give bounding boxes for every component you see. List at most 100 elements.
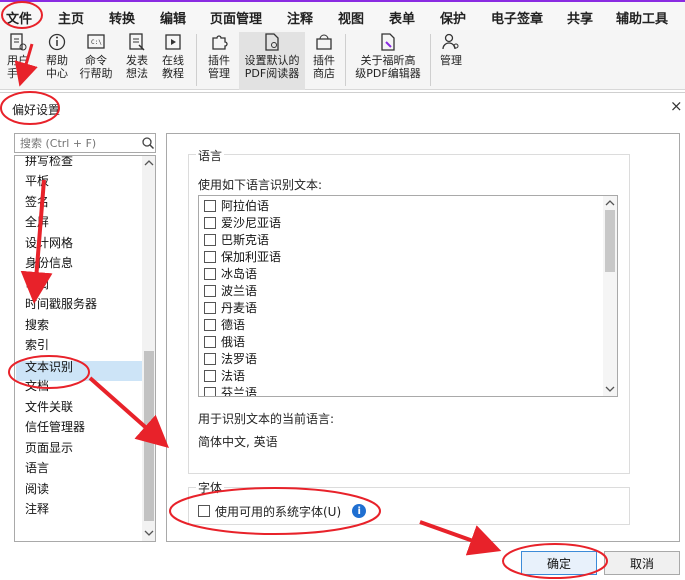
checkbox[interactable] <box>204 352 216 365</box>
language-option[interactable]: 法罗语 <box>204 350 257 367</box>
search-input[interactable] <box>15 134 133 152</box>
help-center-label-2: 中心 <box>46 67 68 80</box>
category-item[interactable]: 全屏 <box>25 213 49 230</box>
checkbox[interactable] <box>204 233 216 246</box>
category-item[interactable]: 审阅 <box>25 275 49 292</box>
language-option[interactable]: 德语 <box>204 316 245 333</box>
language-scrollbar-thumb[interactable] <box>605 210 615 272</box>
language-group-title: 语言 <box>196 147 225 164</box>
menu-comment[interactable]: 注释 <box>287 8 313 27</box>
category-item[interactable]: 搜索 <box>25 316 49 333</box>
category-item[interactable]: 页面显示 <box>25 439 73 456</box>
language-option[interactable]: 阿拉伯语 <box>204 197 269 214</box>
language-option[interactable]: 俄语 <box>204 333 245 350</box>
plugin-manage-button[interactable]: 插件 管理 <box>204 32 234 90</box>
ribbon-toolbar: 用户 手册 帮助 中心 C:\ 命令 行帮助 发表 想法 在线 教程 插件 管理… <box>0 30 685 90</box>
menu-accessibility[interactable]: 辅助工具 <box>616 8 668 27</box>
menu-file[interactable]: 文件 <box>6 8 32 27</box>
scroll-down-icon[interactable] <box>604 385 616 393</box>
help-center-icon <box>48 33 66 51</box>
default-reader-button[interactable]: 设置默认的 PDF阅读器 <box>239 32 305 90</box>
system-font-label: 使用可用的系统字体(U) <box>215 504 342 519</box>
language-prompt: 使用如下语言识别文本: <box>198 178 323 192</box>
language-option[interactable]: 芬兰语 <box>204 384 258 397</box>
scroll-down-icon[interactable] <box>143 529 155 537</box>
manage-icon <box>442 33 459 50</box>
menu-page-manage[interactable]: 页面管理 <box>210 8 262 27</box>
menu-view[interactable]: 视图 <box>338 8 364 27</box>
language-label: 保加利亚语 <box>221 250 282 264</box>
menu-share[interactable]: 共享 <box>567 8 593 27</box>
feedback-icon <box>129 33 145 51</box>
plugin-manage-icon <box>212 35 228 50</box>
plugin-store-button[interactable]: 插件 商店 <box>309 32 339 90</box>
system-font-option[interactable]: 使用可用的系统字体(U) i <box>198 503 367 519</box>
checkbox[interactable] <box>204 301 216 314</box>
language-option[interactable]: 保加利亚语 <box>204 248 281 265</box>
menu-form[interactable]: 表单 <box>389 8 415 27</box>
search-icon[interactable] <box>141 135 155 151</box>
menu-e-signature[interactable]: 电子签章 <box>491 8 543 27</box>
checkbox[interactable] <box>204 284 216 297</box>
language-label: 丹麦语 <box>221 301 258 315</box>
checkbox[interactable] <box>204 199 216 212</box>
category-item[interactable]: 阅读 <box>25 480 49 497</box>
command-line-icon: C:\ <box>87 34 105 49</box>
online-tutorial-button[interactable]: 在线 教程 <box>158 32 188 90</box>
scroll-up-icon[interactable] <box>143 159 155 167</box>
language-option[interactable]: 波兰语 <box>204 282 257 299</box>
category-item[interactable]: 语言 <box>25 459 49 476</box>
system-font-checkbox[interactable] <box>198 505 210 517</box>
language-option[interactable]: 爱沙尼亚语 <box>204 214 281 231</box>
checkbox[interactable] <box>204 216 216 229</box>
current-language-label: 用于识别文本的当前语言: <box>198 412 335 426</box>
checkbox[interactable] <box>204 369 216 382</box>
checkbox[interactable] <box>204 386 216 396</box>
feedback-label-2: 想法 <box>126 67 148 80</box>
category-item[interactable]: 信任管理器 <box>25 418 85 435</box>
about-button[interactable]: 关于福昕高 级PDF编辑器 <box>350 32 426 90</box>
language-option[interactable]: 法语 <box>204 367 245 384</box>
language-option[interactable]: 冰岛语 <box>204 265 257 282</box>
category-item[interactable]: 索引 <box>25 336 49 353</box>
category-item[interactable]: 文档 <box>25 377 49 394</box>
category-item[interactable]: 文件关联 <box>25 398 73 415</box>
close-icon[interactable]: × <box>670 97 683 115</box>
about-label-1: 关于福昕高 <box>360 54 416 67</box>
language-option[interactable]: 巴斯克语 <box>204 231 269 248</box>
category-item[interactable]: 注释 <box>25 500 49 517</box>
category-item[interactable]: 平板 <box>25 172 49 189</box>
plugin-manage-label-1: 插件 <box>208 54 230 67</box>
menu-home[interactable]: 主页 <box>58 8 84 27</box>
language-option[interactable]: 丹麦语 <box>204 299 257 316</box>
category-item[interactable]: 拼写检查 <box>25 156 73 169</box>
help-center-button[interactable]: 帮助 中心 <box>42 32 72 90</box>
checkbox[interactable] <box>204 250 216 263</box>
category-item[interactable]: 设计网格 <box>25 234 73 251</box>
cancel-button[interactable]: 取消 <box>604 551 680 575</box>
online-tutorial-icon <box>165 34 181 50</box>
language-label: 冰岛语 <box>221 267 258 281</box>
language-label: 波兰语 <box>221 284 258 298</box>
category-item[interactable]: 身份信息 <box>25 254 73 271</box>
manage-button[interactable]: 管理 <box>436 32 466 90</box>
checkbox[interactable] <box>204 318 216 331</box>
scroll-up-icon[interactable] <box>604 199 616 207</box>
category-scrollbar-thumb[interactable] <box>144 351 154 521</box>
feedback-button[interactable]: 发表 想法 <box>122 32 152 90</box>
menu-protect[interactable]: 保护 <box>440 8 466 27</box>
checkbox[interactable] <box>204 267 216 280</box>
info-icon[interactable]: i <box>352 504 367 518</box>
language-label: 法罗语 <box>221 352 258 366</box>
checkbox[interactable] <box>204 335 216 348</box>
user-manual-button[interactable]: 用户 手册 <box>4 32 32 90</box>
menu-edit[interactable]: 编辑 <box>160 8 186 27</box>
category-item-text-recognition[interactable]: 文本识别 <box>25 358 73 375</box>
category-item[interactable]: 签名 <box>25 193 49 210</box>
category-item[interactable]: 时间戳服务器 <box>25 295 97 312</box>
plugin-manage-label-2: 管理 <box>208 67 230 80</box>
menu-convert[interactable]: 转换 <box>109 8 135 27</box>
ok-button[interactable]: 确定 <box>521 551 597 575</box>
command-line-help-button[interactable]: C:\ 命令 行帮助 <box>76 32 116 90</box>
language-label: 芬兰语 <box>221 386 258 397</box>
